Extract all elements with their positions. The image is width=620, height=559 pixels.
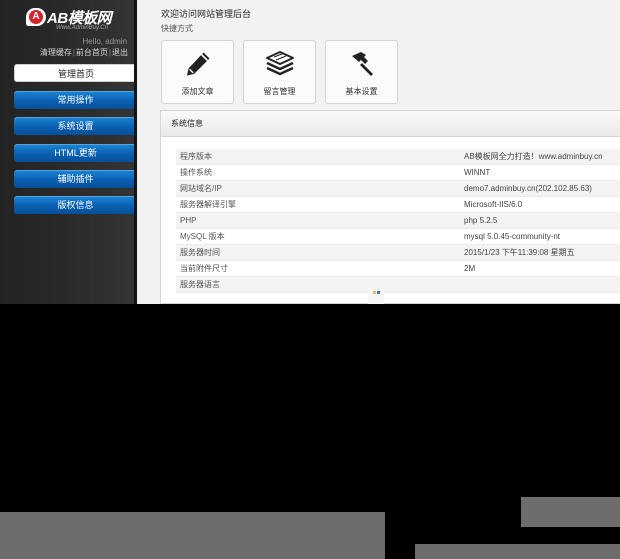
table-row: 操作系统 WINNT	[176, 165, 620, 181]
info-key: 服务器语言	[180, 280, 220, 289]
sidebar: A AB模板网 Www.AdminBuy.Cn Hello, admin 清理缓…	[0, 0, 137, 304]
frontend-home-link[interactable]: 前台首页	[76, 48, 108, 57]
add-article-shortcut[interactable]: 添加文章	[161, 40, 234, 104]
message-manage-shortcut[interactable]: 留言管理	[243, 40, 316, 104]
pencil-icon	[187, 52, 210, 76]
info-key: 当前附件尺寸	[180, 264, 228, 273]
shortcut-section-title: 快捷方式	[161, 24, 193, 33]
shortcut-label: 添加文章	[181, 87, 214, 96]
info-key: 服务器解译引擎	[180, 200, 236, 209]
info-key: 程序版本	[180, 152, 212, 161]
table-row: 服务器时间 2015/1/23 下午11:39:08 星期五	[176, 245, 620, 261]
table-row: 当前附件尺寸 2M	[176, 261, 620, 277]
menu-item-system-settings[interactable]: 系统设置	[14, 117, 137, 135]
table-row: 网站域名/IP demo7.adminbuy.cn(202.102.85.63)	[176, 181, 620, 197]
logo[interactable]: A AB模板网 Www.AdminBuy.Cn	[26, 6, 122, 34]
footer-block-right	[521, 497, 620, 527]
system-info-table: 程序版本 AB模板网全力打造！www.adminbuy.cn 操作系统 WINNT …	[176, 149, 620, 293]
menu-item-common-ops[interactable]: 常用操作	[14, 91, 137, 109]
info-value: php 5.2.5	[464, 216, 498, 225]
clear-cache-link[interactable]: 清理缓存	[40, 48, 72, 57]
info-key: 网站域名/IP	[180, 184, 222, 193]
footer-block-bottom	[415, 544, 620, 559]
info-key: PHP	[180, 216, 197, 225]
info-value: demo7.adminbuy.cn(202.102.85.63)	[464, 184, 592, 193]
logout-link[interactable]: 退出	[112, 48, 128, 57]
info-value: WINNT	[464, 168, 491, 177]
menu-item-html-update[interactable]: HTML更新	[14, 144, 137, 162]
logo-badge-icon: A	[26, 8, 46, 26]
welcome-title: 欢迎访问网站管理后台	[161, 9, 252, 19]
hammer-icon	[352, 52, 373, 76]
system-info-panel: 系统信息 程序版本 AB模板网全力打造！www.adminbuy.cn 操作系统 W…	[160, 110, 620, 304]
info-value: mysql 5.0.45-community-nt	[464, 232, 561, 241]
user-greeting: Hello, admin	[82, 37, 127, 46]
footer-gap	[385, 512, 415, 559]
shortcut-label: 留言管理	[263, 87, 296, 96]
info-value: 2M	[464, 264, 476, 273]
shortcut-label: 基本设置	[345, 87, 378, 96]
menu-item-plugins[interactable]: 辅助插件	[14, 170, 137, 188]
panel-title: 系统信息	[161, 111, 620, 137]
table-row: 服务器语言	[176, 277, 620, 293]
language-flag-icon	[368, 289, 384, 304]
info-value: Microsoft-IIS/6.0	[464, 200, 523, 209]
logo-subtitle: Www.AdminBuy.Cn	[56, 25, 108, 31]
info-key: 服务器时间	[180, 248, 220, 257]
info-key: MySQL 版本	[180, 232, 225, 241]
table-row: PHP php 5.2.5	[176, 213, 620, 229]
info-value: 2015/1/23 下午11:39:08 星期五	[464, 248, 575, 257]
info-value: AB模板网全力打造！www.adminbuy.cn	[464, 152, 603, 161]
table-row: 程序版本 AB模板网全力打造！www.adminbuy.cn	[176, 149, 620, 165]
header-links: 清理缓存|前台首页|退出	[39, 48, 128, 57]
basic-settings-shortcut[interactable]: 基本设置	[325, 40, 398, 104]
menu-item-copyright[interactable]: 版权信息	[14, 196, 137, 214]
table-row: MySQL 版本 mysql 5.0.45-community-nt	[176, 229, 620, 245]
main-content: 欢迎访问网站管理后台 快捷方式 添加文章 留言管理 基本设置 系统信息 程序版本…	[137, 0, 620, 304]
paper-stack-icon	[266, 51, 294, 76]
info-key: 操作系统	[180, 168, 212, 177]
footer-block-left	[0, 512, 385, 559]
table-row: 服务器解译引擎 Microsoft-IIS/6.0	[176, 197, 620, 213]
logo-letter: A	[29, 10, 43, 24]
menu-item-dashboard[interactable]: 管理首页	[14, 64, 137, 82]
